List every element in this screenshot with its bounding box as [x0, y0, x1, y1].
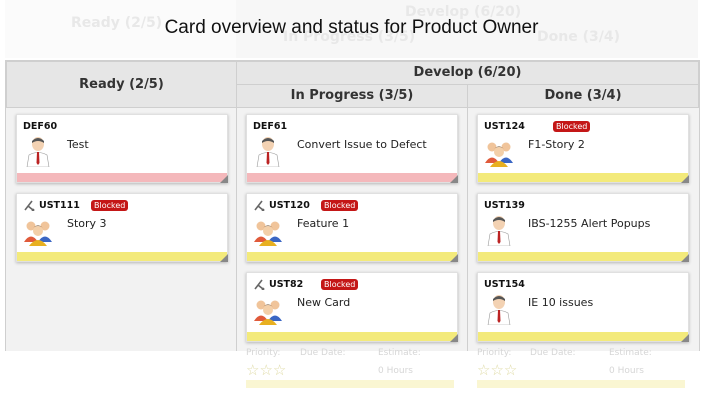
column-header-in-progress[interactable]: In Progress (3/5)	[236, 84, 468, 108]
card-title: Convert Issue to Defect	[297, 138, 427, 151]
card-title: New Card	[297, 296, 351, 309]
group-avatar-icon	[254, 300, 282, 325]
card-def60[interactable]: DEF60 Test	[16, 114, 228, 183]
card-fold-corner	[220, 175, 228, 183]
card-ust139[interactable]: UST139 IBS-1255 Alert Popups	[477, 193, 689, 262]
group-avatar-icon	[485, 142, 513, 167]
card-id: DEF60	[23, 121, 58, 132]
card-fold-corner	[681, 334, 689, 342]
page-title: Card overview and status for Product Own…	[164, 17, 539, 38]
card-fold-corner	[450, 254, 458, 262]
card-status-strip	[247, 252, 457, 261]
card-fold-corner	[450, 334, 458, 342]
card-id: DEF61	[253, 121, 288, 132]
card-id: UST139	[484, 200, 525, 211]
branch-icon	[24, 200, 35, 211]
card-status-strip	[478, 173, 688, 182]
card-title: Feature 1	[297, 217, 350, 230]
card-title: IE 10 issues	[528, 296, 594, 309]
card-id: UST120	[269, 200, 310, 211]
blocked-badge: Blocked	[553, 121, 591, 132]
column-header-done[interactable]: Done (3/4)	[467, 84, 699, 108]
card-status-strip	[478, 332, 688, 341]
ghost-hours-value: 0 Hours	[609, 366, 644, 376]
ghost-star-rating-icon: ☆☆☆	[246, 361, 287, 379]
person-avatar-icon	[487, 294, 511, 325]
person-avatar-icon	[487, 215, 511, 246]
card-ust120[interactable]: UST120 Blocked Feature 1	[246, 193, 458, 262]
card-title: Test	[67, 138, 89, 151]
card-id: UST124	[484, 121, 525, 132]
card-status-strip	[17, 252, 227, 261]
ghost-card-strip	[246, 380, 454, 388]
ghost-due-date-label: Due Date:	[530, 348, 576, 358]
card-ust82[interactable]: UST82 Blocked New Card	[246, 272, 458, 342]
ghost-priority-label: Priority:	[477, 348, 512, 358]
ghost-hours-value: 0 Hours	[378, 366, 413, 376]
ghost-priority-label: Priority:	[246, 348, 281, 358]
card-fold-corner	[681, 175, 689, 183]
person-avatar-icon	[26, 136, 50, 167]
blocked-badge: Blocked	[321, 279, 359, 290]
card-ust124[interactable]: UST124 Blocked F1-Story 2	[477, 114, 689, 183]
card-id: UST111	[39, 200, 80, 211]
branch-icon	[254, 200, 265, 211]
card-id: UST82	[269, 279, 304, 290]
branch-icon	[254, 279, 265, 290]
card-status-strip	[247, 332, 457, 341]
group-avatar-icon	[24, 221, 52, 246]
card-ust111[interactable]: UST111 Blocked Story 3	[16, 193, 228, 262]
card-fold-corner	[450, 175, 458, 183]
card-title: Story 3	[67, 217, 107, 230]
card-title: F1-Story 2	[528, 138, 585, 151]
blocked-badge: Blocked	[321, 200, 359, 211]
column-header-develop[interactable]: Develop (6/20)	[236, 61, 699, 85]
card-fold-corner	[220, 254, 228, 262]
column-header-ready[interactable]: Ready (2/5)	[6, 61, 237, 108]
ghost-estimate-label: Estimate:	[378, 348, 421, 358]
card-title: IBS-1255 Alert Popups	[528, 217, 651, 230]
card-ust154[interactable]: UST154 IE 10 issues	[477, 272, 689, 342]
card-fold-corner	[681, 254, 689, 262]
card-id: UST154	[484, 279, 525, 290]
ghost-estimate-label: Estimate:	[609, 348, 652, 358]
ghost-card-strip	[477, 380, 685, 388]
ghost-star-rating-icon: ☆☆☆	[477, 361, 518, 379]
group-avatar-icon	[254, 221, 282, 246]
card-status-strip	[17, 173, 227, 182]
card-status-strip	[247, 173, 457, 182]
blocked-badge: Blocked	[91, 200, 129, 211]
person-avatar-icon	[256, 136, 280, 167]
card-def61[interactable]: DEF61 Convert Issue to Defect	[246, 114, 458, 183]
ghost-due-date-label: Due Date:	[300, 348, 346, 358]
card-status-strip	[478, 252, 688, 261]
